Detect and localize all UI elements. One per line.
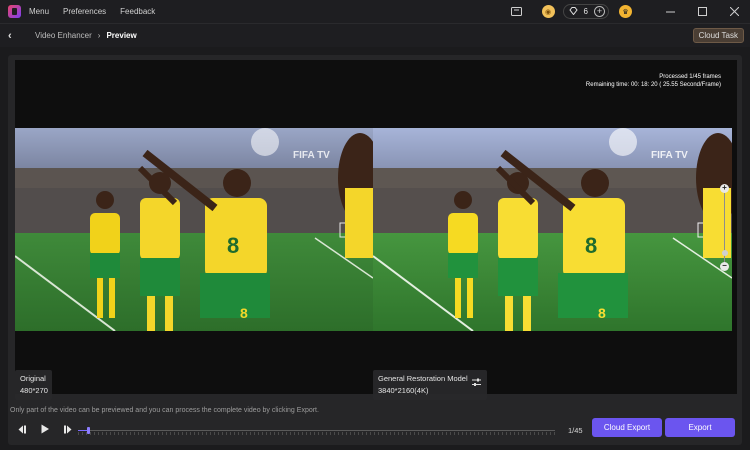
menu-feedback[interactable]: Feedback [120,7,155,16]
fifa-tv-watermark-enhanced: FIFA TV [651,150,688,161]
export-button[interactable]: Export [665,418,735,437]
enhanced-info-tag: General Restoration Model 3840*2160(4K) [373,370,487,400]
original-resolution: 480*270 [20,386,48,395]
svg-text:8: 8 [240,305,248,321]
next-frame-icon[interactable] [62,425,74,437]
add-credits-icon[interactable]: + [594,6,605,17]
back-arrow-icon[interactable]: ‹ [8,30,20,42]
maximize-icon[interactable] [686,0,718,23]
coin-icon[interactable]: ◉ [541,5,555,18]
export-notice: Only part of the video can be previewed … [10,407,319,414]
title-bar-actions: ◉ 6 + ♛ [510,0,750,23]
model-settings-icon[interactable] [472,378,481,390]
zoom-slider-track[interactable] [724,189,725,270]
frame-counter: 1/45 [568,426,583,435]
screen-icon[interactable] [510,6,522,17]
zoom-in-icon[interactable]: + [720,184,729,193]
crown-avatar-icon[interactable]: ♛ [619,5,632,18]
preview-canvas: Processed 1/45 frames Remaining time: 00… [15,60,737,400]
app-logo-icon [8,5,21,18]
breadcrumb: ‹ Video Enhancer › Preview Cloud Task [0,23,750,47]
svg-text:8: 8 [585,233,597,258]
credits-count: 6 [583,7,588,16]
cloud-task-button[interactable]: Cloud Task [692,28,744,43]
menu-menu[interactable]: Menu [29,7,49,16]
chevron-right-icon: › [97,31,101,40]
zoom-out-icon[interactable]: − [720,262,729,271]
remaining-time-text: Remaining time: 00: 18: 20 ( 25.55 Secon… [585,82,721,88]
svg-text:8: 8 [598,305,606,321]
previous-frame-icon[interactable] [16,425,28,437]
processing-status: Processed 1/45 frames Remaining time: 00… [586,73,721,89]
original-label: Original [20,374,46,383]
svg-text:8: 8 [227,233,239,258]
breadcrumb-current: Preview [106,31,137,40]
credits-pill[interactable]: 6 + [562,4,609,19]
model-label: General Restoration Model [378,374,468,383]
playback-bar: 1/45 Cloud Export Export [8,416,742,445]
original-info-tag: Original 480*270 [15,370,52,400]
processed-frames-text: Processed 1/45 frames [659,74,721,80]
enhanced-resolution: 3840*2160(4K) [378,386,429,395]
title-bar: Menu Preferences Feedback ◉ 6 + ♛ [0,0,750,23]
enhanced-video-frame[interactable]: FIFA TV 8 8 [373,128,732,331]
minimize-icon[interactable] [654,0,686,23]
zoom-slider-handle[interactable] [722,250,728,256]
cloud-export-button[interactable]: Cloud Export [592,418,662,437]
timeline-track[interactable] [78,427,555,435]
close-icon[interactable] [718,0,750,23]
original-video-frame[interactable]: FIFA TV 8 8 [15,128,373,331]
fifa-tv-watermark: FIFA TV [293,150,330,161]
diamond-icon [568,6,578,17]
preview-panel: Processed 1/45 frames Remaining time: 00… [8,55,742,445]
breadcrumb-parent[interactable]: Video Enhancer [35,31,92,40]
play-icon[interactable] [39,424,51,437]
menu-preferences[interactable]: Preferences [63,7,106,16]
timeline-ticks [78,432,555,435]
